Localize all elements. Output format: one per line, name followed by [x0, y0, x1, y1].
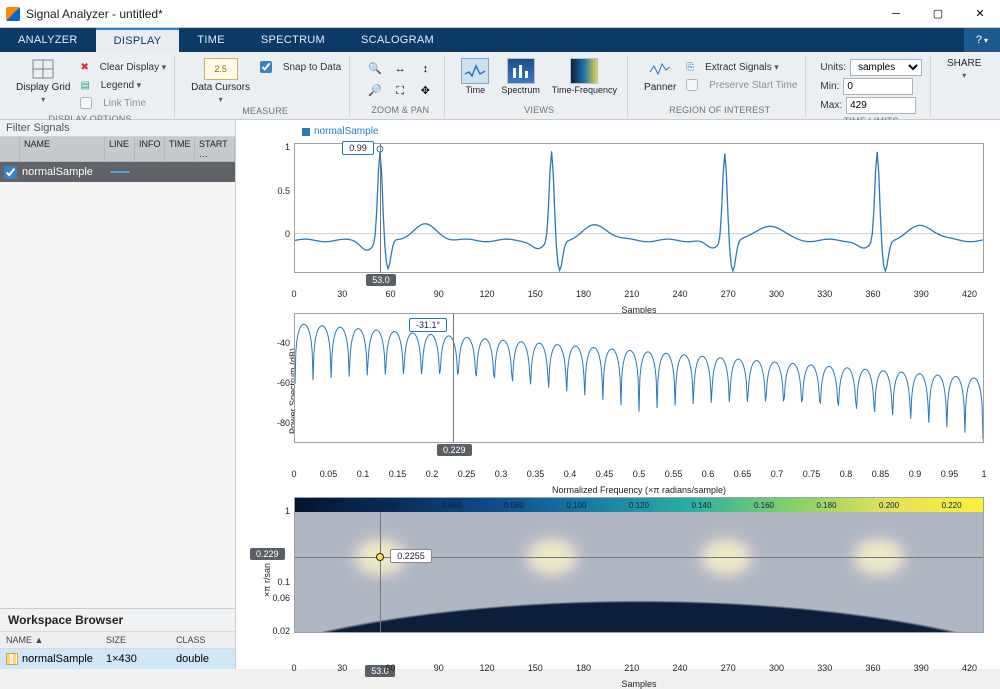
group-share: SHARE▾	[937, 56, 991, 117]
tab-spectrum[interactable]: SPECTRUM	[243, 28, 343, 52]
time-cursor-x: 53.0	[366, 274, 396, 286]
left-panel: Filter Signals NAME LINE INFO TIME START…	[0, 120, 236, 669]
window-title: Signal Analyzer - untitled*	[26, 7, 163, 21]
spec-cursor-y: -31.1°	[409, 318, 447, 332]
time-cursor-y: 0.99	[342, 141, 374, 155]
plot-area: normalSample 53.0 0.99 00.51 03060901201…	[236, 120, 1000, 669]
zoom-y-icon[interactable]: ↕	[414, 59, 436, 79]
group-roi: Panner ⎘ Extract Signals Preserve Start …	[634, 56, 806, 117]
zoom-out-icon[interactable]: 🔎	[364, 81, 386, 101]
scalogram-chart[interactable]: 0.0200.0400.0600.0800.1000.1200.1400.160…	[294, 497, 984, 633]
workspace-browser: Workspace Browser NAME ▲ SIZE CLASS norm…	[0, 608, 235, 669]
min-input[interactable]	[843, 78, 913, 95]
filter-signals-label[interactable]: Filter Signals	[0, 120, 235, 137]
signal-checkbox[interactable]	[4, 166, 17, 179]
time-chart[interactable]: 53.0 0.99	[294, 143, 984, 273]
clear-display-button[interactable]: ✖ Clear Display	[80, 58, 166, 76]
link-time-toggle[interactable]: Link Time	[80, 94, 166, 112]
spectrum-chart[interactable]: 0.229 -31.1°	[294, 313, 984, 443]
colorbar: 0.0200.0400.0600.0800.1000.1200.1400.160…	[295, 498, 983, 512]
panner-button[interactable]: Panner	[642, 58, 678, 93]
max-input[interactable]	[846, 97, 916, 114]
preserve-start-toggle[interactable]: Preserve Start Time	[686, 76, 797, 94]
titlebar: Signal Analyzer - untitled* ─ ▢ ✕	[0, 0, 1000, 28]
help-button[interactable]: ?▾	[964, 28, 1000, 52]
app-icon	[6, 7, 20, 21]
legend: normalSample	[242, 126, 990, 137]
signal-row[interactable]: normalSample	[0, 162, 235, 182]
display-grid-button[interactable]: Display Grid▾	[14, 58, 72, 104]
variable-icon	[6, 653, 18, 665]
tab-scalogram[interactable]: SCALOGRAM	[343, 28, 452, 52]
view-spectrum-button[interactable]: Spectrum	[499, 58, 542, 95]
units-select[interactable]: samples	[850, 59, 922, 76]
view-timefreq-button[interactable]: Time-Frequency	[550, 58, 619, 95]
group-measure: 2.5 Data Cursors▾ Snap to Data MEASURE	[181, 56, 350, 117]
data-cursors-button[interactable]: 2.5 Data Cursors▾	[189, 58, 252, 104]
workspace-row[interactable]: normalSample 1×430 double	[0, 649, 235, 669]
scalo-cursor-val: 0.2255	[390, 549, 432, 563]
tab-time[interactable]: TIME	[179, 28, 242, 52]
zoom-in-icon[interactable]: 🔍	[364, 58, 386, 78]
share-button[interactable]: SHARE▾	[945, 58, 983, 80]
group-zoom-pan: 🔍 ↔ ↕ 🔎 ⛶ ✥ ZOOM & PAN	[356, 56, 445, 117]
zoom-x-icon[interactable]: ↔	[389, 59, 411, 79]
pan-icon[interactable]: ✥	[414, 81, 436, 101]
tab-display[interactable]: DISPLAY	[96, 28, 180, 52]
signal-table: NAME LINE INFO TIME START … normalSample	[0, 137, 235, 182]
view-time-button[interactable]: Time	[459, 58, 491, 95]
group-display-options: Display Grid▾ ✖ Clear Display ▤ Legend L…	[6, 56, 175, 117]
minimize-button[interactable]: ─	[882, 4, 910, 24]
tab-strip: ANALYZER DISPLAY TIME SPECTRUM SCALOGRAM…	[0, 28, 1000, 52]
ribbon: Display Grid▾ ✖ Clear Display ▤ Legend L…	[0, 52, 1000, 120]
maximize-button[interactable]: ▢	[924, 4, 952, 24]
snap-to-data-toggle[interactable]: Snap to Data	[260, 58, 341, 76]
extract-signals-button[interactable]: ⎘ Extract Signals	[686, 58, 797, 76]
close-button[interactable]: ✕	[966, 4, 994, 24]
legend-button[interactable]: ▤ Legend	[80, 76, 166, 94]
group-views: Time Spectrum Time-Frequency VIEWS	[451, 56, 628, 117]
tab-analyzer[interactable]: ANALYZER	[0, 28, 96, 52]
fit-icon[interactable]: ⛶	[389, 82, 411, 102]
group-time-limits: Units:samples Min: Max: TIME LIMITS	[812, 56, 931, 117]
spec-cursor-x: 0.229	[437, 444, 472, 456]
